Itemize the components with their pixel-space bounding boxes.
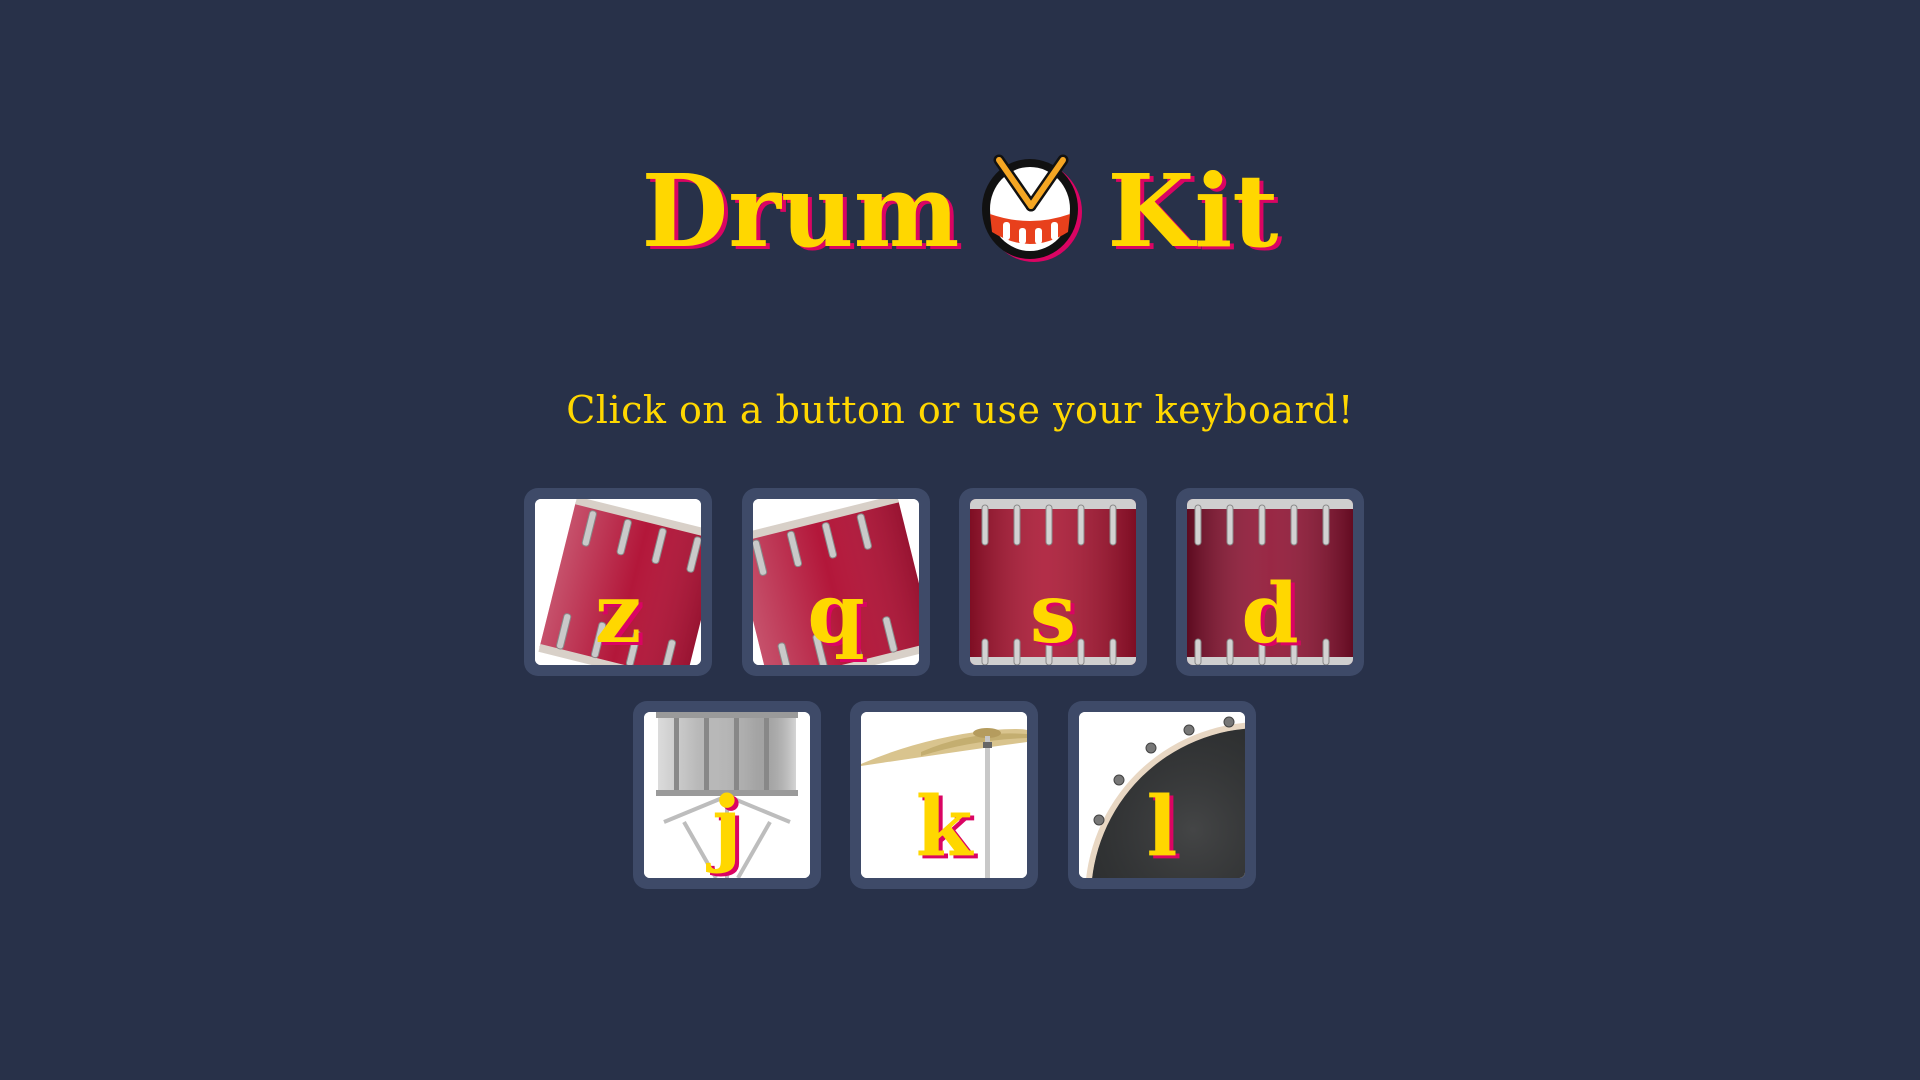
drum-key-label: q — [807, 566, 865, 662]
drum-button-d[interactable]: d — [1176, 488, 1364, 676]
drum-key-label: s — [1029, 566, 1077, 662]
drum-button-l[interactable]: l — [1068, 701, 1256, 889]
drum-button-s[interactable]: s — [959, 488, 1147, 676]
drum-button-z[interactable]: z — [524, 488, 712, 676]
drum-emoji-icon — [981, 148, 1085, 264]
drum-key-label: z — [594, 566, 642, 662]
tom-drum-image: z — [535, 499, 701, 665]
floor-tom-image: s — [970, 499, 1136, 665]
drum-key-label: d — [1241, 566, 1299, 662]
instruction-text: Click on a button or use your keyboard! — [566, 388, 1354, 432]
page-title: Drum Kit — [0, 148, 1920, 271]
drum-key-label: j — [712, 779, 742, 875]
tom-drum-image: q — [753, 499, 919, 665]
drum-key-label: k — [915, 779, 973, 875]
floor-tom-image: d — [1187, 499, 1353, 665]
title-drum-text: Drum — [641, 152, 960, 270]
title-kit-text: Kit — [1107, 152, 1279, 270]
drum-key-label: l — [1146, 779, 1178, 875]
drum-button-q[interactable]: q — [742, 488, 930, 676]
snare-drum-image: j — [644, 712, 810, 878]
bass-drum-image: l — [1079, 712, 1245, 878]
crash-cymbal-image: k — [861, 712, 1027, 878]
drum-button-j[interactable]: j — [633, 701, 821, 889]
drum-button-k[interactable]: k — [850, 701, 1038, 889]
